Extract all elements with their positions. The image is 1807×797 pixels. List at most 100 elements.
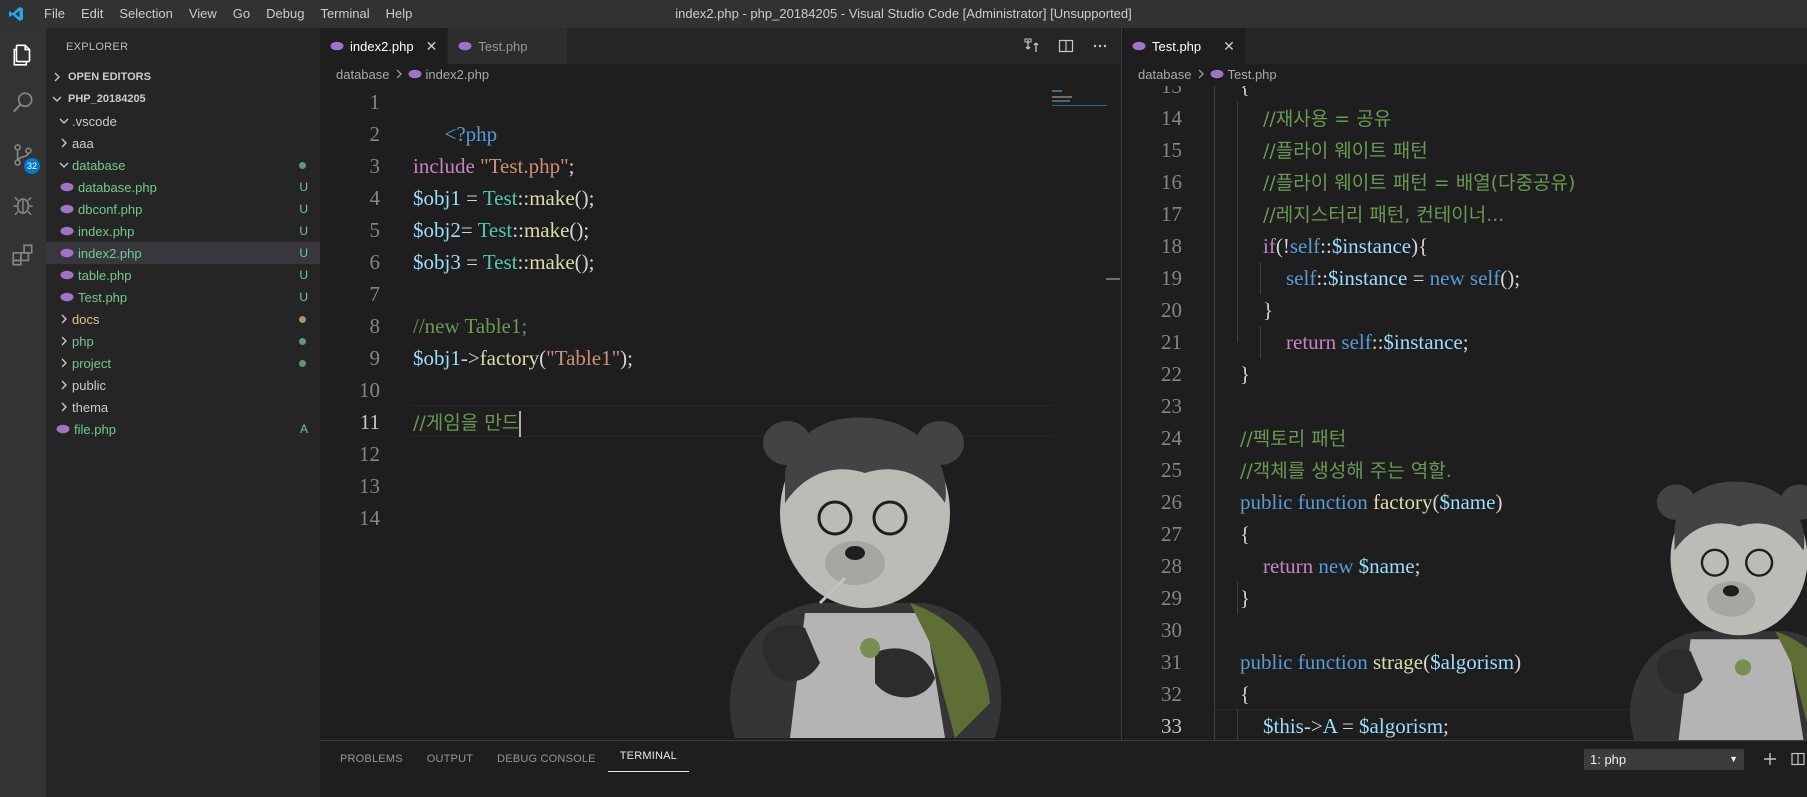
line-number: 24 xyxy=(1161,426,1182,450)
code-line-14: //재사용 = 공유 xyxy=(1263,108,1392,130)
file-label: file.php xyxy=(74,421,116,437)
line-number-current: 33 xyxy=(1161,714,1182,738)
add-terminal-icon[interactable] xyxy=(1760,749,1780,769)
git-status-badge: U xyxy=(299,268,308,282)
code-line-5: $obj2= Test::make(); xyxy=(413,218,590,242)
file-label: table.php xyxy=(78,267,132,283)
code-line-1: <?php xyxy=(444,122,498,146)
tab-index2-php[interactable]: index2.php ✕ xyxy=(320,28,449,64)
folder-row-public[interactable]: public xyxy=(46,374,320,396)
menu-selection[interactable]: Selection xyxy=(111,0,180,28)
php-file-icon xyxy=(408,64,422,86)
source-control-icon[interactable]: 32 xyxy=(0,132,46,178)
file-row-index2-php[interactable]: index2.php U xyxy=(46,242,320,264)
menu-terminal[interactable]: Terminal xyxy=(312,0,377,28)
editor-group-2: Test.php ✕ database Test.php 13 14 15 16… xyxy=(1121,28,1807,740)
file-label: dbconf.php xyxy=(78,201,143,217)
folder-row-php[interactable]: php xyxy=(46,330,320,352)
project-section[interactable]: PHP_20184205 xyxy=(46,88,320,110)
tab-terminal[interactable]: TERMINAL xyxy=(607,741,689,772)
file-label: index.php xyxy=(78,223,135,239)
breadcrumb-folder[interactable]: database xyxy=(1138,64,1192,86)
tab-test-php[interactable]: Test.php xyxy=(448,28,569,64)
files-icon[interactable] xyxy=(0,32,46,78)
extensions-icon[interactable] xyxy=(0,232,46,278)
line-number: 31 xyxy=(1161,650,1182,674)
git-status-badge: U xyxy=(299,180,308,194)
php-file-icon xyxy=(330,39,344,54)
file-label: database.php xyxy=(78,179,157,195)
tab-output[interactable]: OUTPUT xyxy=(415,741,485,777)
menu-edit[interactable]: Edit xyxy=(73,0,111,28)
line-number: 3 xyxy=(369,154,381,178)
tab-problems[interactable]: PROBLEMS xyxy=(328,741,415,777)
compare-changes-icon[interactable] xyxy=(1022,36,1042,56)
line-number: 7 xyxy=(369,282,381,306)
git-status-badge: A xyxy=(299,422,308,436)
php-file-icon xyxy=(60,182,74,192)
menu-debug[interactable]: Debug xyxy=(258,0,312,28)
debug-icon[interactable] xyxy=(0,182,46,228)
code-line-20: } xyxy=(1263,298,1274,322)
folder-row-aaa[interactable]: aaa xyxy=(46,132,320,154)
code-line-18: if(!self::$instance){ xyxy=(1263,234,1429,258)
line-number: 10 xyxy=(359,378,380,402)
code-line-26: public function factory($name) xyxy=(1240,490,1503,514)
menu-help[interactable]: Help xyxy=(378,0,421,28)
line-number: 29 xyxy=(1161,586,1182,610)
tab-label: Test.php xyxy=(478,38,528,54)
line-number: 20 xyxy=(1161,298,1182,322)
git-status-badge: U xyxy=(299,224,308,238)
line-number: 32 xyxy=(1161,682,1182,706)
folder-row-database[interactable]: database xyxy=(46,154,320,176)
terminal-select[interactable]: 1: php ▼ xyxy=(1584,749,1744,770)
code-line-9: $obj1->factory("Table1"); xyxy=(413,346,633,370)
search-icon[interactable] xyxy=(0,80,46,126)
breadcrumb-folder[interactable]: database xyxy=(336,64,390,86)
folder-row-vscode[interactable]: .vscode xyxy=(46,110,320,132)
code-line-28: return new $name; xyxy=(1263,554,1421,578)
menu-go[interactable]: Go xyxy=(225,0,258,28)
breadcrumb-file[interactable]: index2.php xyxy=(426,64,490,86)
tab-test-php[interactable]: Test.php ✕ xyxy=(1122,28,1246,64)
tab-debug-console[interactable]: DEBUG CONSOLE xyxy=(485,741,608,777)
code-line-27: { xyxy=(1240,522,1251,546)
menu-view[interactable]: View xyxy=(181,0,225,28)
open-editors-label: OPEN EDITORS xyxy=(68,71,151,83)
file-row-database-php[interactable]: database.php U xyxy=(46,176,320,198)
indent-guide xyxy=(1237,582,1238,614)
indent-guide xyxy=(1260,326,1261,358)
line-number: 13 xyxy=(359,474,380,498)
file-row-table-php[interactable]: table.php U xyxy=(46,264,320,286)
line-number: 18 xyxy=(1161,234,1182,258)
code-line-32: { xyxy=(1240,682,1251,706)
chevron-down-icon: ▼ xyxy=(1729,754,1738,764)
scm-badge: 32 xyxy=(24,158,40,174)
editor-actions xyxy=(1022,28,1110,64)
breadcrumb-file[interactable]: Test.php xyxy=(1228,64,1277,86)
more-actions-icon[interactable] xyxy=(1090,36,1110,56)
folder-row-project[interactable]: project xyxy=(46,352,320,374)
file-row-test-php[interactable]: Test.php U xyxy=(46,286,320,308)
file-row-file-php[interactable]: file.php A xyxy=(46,418,320,440)
close-icon[interactable]: ✕ xyxy=(426,38,438,55)
file-label: Test.php xyxy=(78,289,128,305)
open-editors-section[interactable]: OPEN EDITORS xyxy=(46,66,320,88)
code-line-33: $this->A = $algorism; xyxy=(1263,714,1449,738)
tab-label: Test.php xyxy=(1152,38,1202,54)
code-line-15: //플라이 웨이트 패턴 xyxy=(1263,140,1428,162)
split-terminal-icon[interactable] xyxy=(1788,749,1807,769)
close-icon[interactable]: ✕ xyxy=(1223,38,1235,55)
file-row-dbconf-php[interactable]: dbconf.php U xyxy=(46,198,320,220)
php-file-icon xyxy=(56,424,70,434)
folder-label: thema xyxy=(72,399,109,415)
code-line-3: include "Test.php"; xyxy=(413,154,575,178)
line-number: 1 xyxy=(369,90,381,114)
folder-row-thema[interactable]: thema xyxy=(46,396,320,418)
folder-row-docs[interactable]: docs xyxy=(46,308,320,330)
line-number: 30 xyxy=(1161,618,1182,642)
code-line-22: } xyxy=(1240,362,1251,386)
split-editor-icon[interactable] xyxy=(1056,36,1076,56)
file-row-index-php[interactable]: index.php U xyxy=(46,220,320,242)
menu-file[interactable]: File xyxy=(36,0,73,28)
